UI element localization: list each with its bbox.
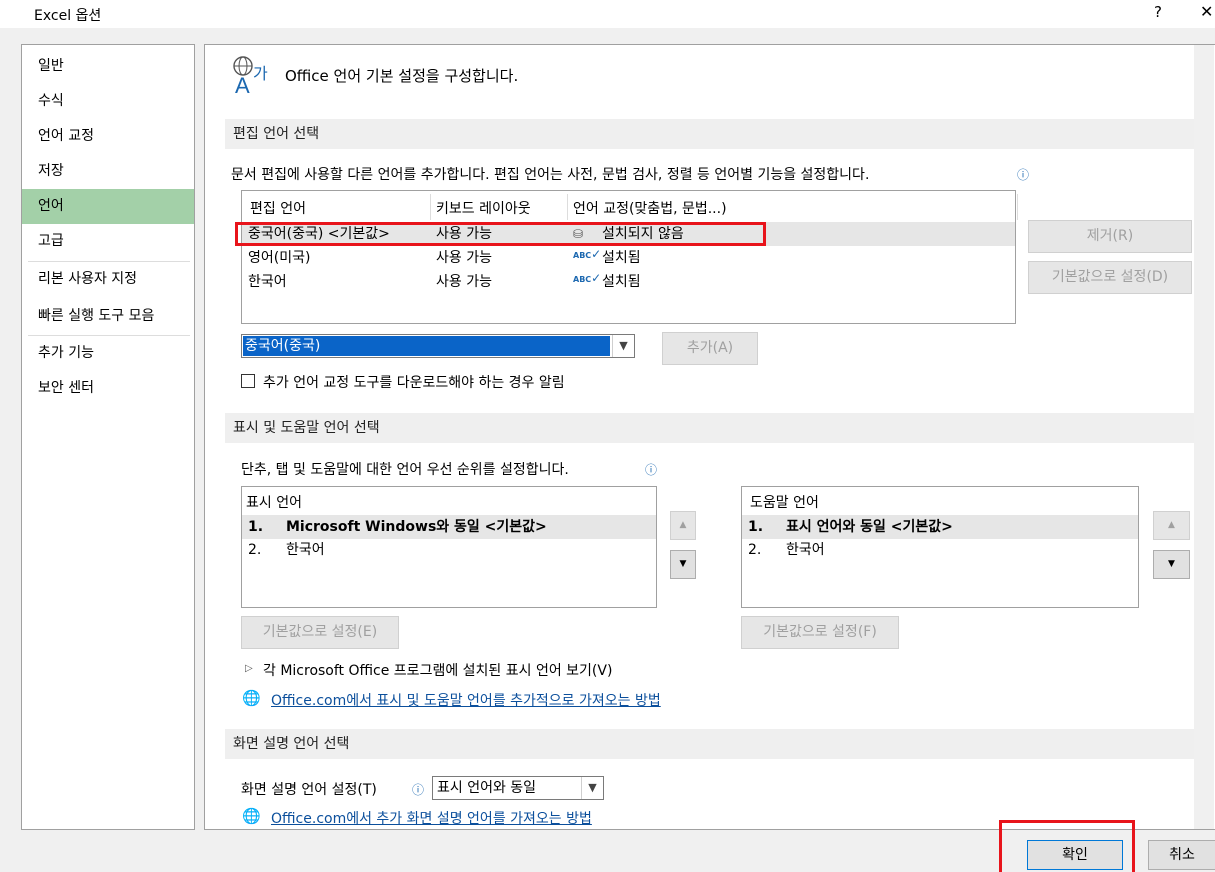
row-proofing: 설치됨 bbox=[602, 250, 641, 266]
editing-language-list[interactable]: 편집 언어 키보드 레이아웃 언어 교정(맞춤법, 문법...) 중국어(중국)… bbox=[241, 190, 1018, 324]
column-divider bbox=[430, 194, 431, 220]
info-icon[interactable]: ⓘ bbox=[1017, 166, 1029, 183]
title-bar bbox=[0, 0, 1215, 28]
help-language-header: 도움말 언어 bbox=[750, 495, 819, 511]
list-item[interactable]: 한국어 bbox=[286, 538, 325, 562]
help-move-up-button[interactable]: ▲ bbox=[1153, 511, 1190, 540]
list-item-label: Microsoft Windows와 동일 <기본값> bbox=[286, 519, 547, 535]
row-keyboard: 사용 가능 bbox=[436, 250, 492, 266]
sidebar-item-trust-center[interactable]: 보안 센터 bbox=[22, 371, 194, 406]
display-language-header: 표시 언어 bbox=[246, 495, 302, 511]
scrollbar[interactable] bbox=[1194, 45, 1214, 829]
display-description: 단추, 탭 및 도움말에 대한 언어 우선 순위를 설정합니다. bbox=[241, 462, 569, 478]
row-keyboard: 사용 가능 bbox=[436, 274, 492, 290]
get-display-language-link[interactable]: Office.com에서 표시 및 도움말 언어를 추가적으로 가져오는 방법 bbox=[271, 690, 661, 710]
help-set-default-button[interactable]: 기본값으로 설정(F) bbox=[741, 616, 899, 649]
sidebar-item-formulas[interactable]: 수식 bbox=[22, 84, 194, 119]
add-button[interactable]: 추가(A) bbox=[662, 332, 758, 365]
window-title: Excel 옵션 bbox=[34, 8, 102, 24]
sidebar-item-general[interactable]: 일반 bbox=[22, 49, 194, 84]
column-divider bbox=[567, 194, 568, 220]
list-item-number: 1. bbox=[748, 519, 764, 535]
main-panel: A 가 Office 언어 기본 설정을 구성합니다. 편집 언어 선택 문서 … bbox=[204, 44, 1215, 830]
column-header-keyboard[interactable]: 키보드 레이아웃 bbox=[436, 197, 531, 221]
add-language-value: 중국어(중국) bbox=[243, 336, 610, 356]
notify-checkbox[interactable] bbox=[241, 374, 255, 388]
notify-checkbox-label[interactable]: 추가 언어 교정 도구를 다운로드해야 하는 경우 알림 bbox=[263, 372, 565, 392]
sidebar: 일반 수식 언어 교정 저장 언어 고급 리본 사용자 지정 빠른 실행 도구 … bbox=[21, 44, 195, 830]
cancel-button[interactable]: 취소 bbox=[1148, 840, 1215, 870]
list-item-number: 2. bbox=[748, 542, 762, 558]
svg-text:A: A bbox=[235, 73, 250, 95]
sidebar-item-advanced[interactable]: 고급 bbox=[22, 224, 194, 259]
row-language: 한국어 bbox=[248, 274, 287, 290]
view-installed-toggle[interactable]: 각 Microsoft Office 프로그램에 설치된 표시 언어 보기(V) bbox=[263, 660, 612, 680]
info-icon[interactable]: ⓘ bbox=[645, 461, 657, 478]
set-default-button[interactable]: 기본값으로 설정(D) bbox=[1028, 261, 1192, 294]
display-language-list[interactable]: 표시 언어 1. Microsoft Windows와 동일 <기본값> 2. … bbox=[241, 486, 657, 608]
column-header-proofing[interactable]: 언어 교정(맞춤법, 문법...) bbox=[573, 197, 727, 221]
editing-description: 문서 편집에 사용할 다른 언어를 추가합니다. 편집 언어는 사전, 문법 검… bbox=[231, 167, 870, 183]
screentip-select-value: 표시 언어와 동일 bbox=[437, 780, 537, 796]
screentip-select[interactable]: 표시 언어와 동일 ▼ bbox=[432, 776, 604, 800]
sidebar-item-language[interactable]: 언어 bbox=[22, 189, 194, 224]
sidebar-item-add-ins[interactable]: 추가 기능 bbox=[22, 336, 194, 371]
globe-link-icon: 🌐 bbox=[242, 689, 261, 707]
close-icon[interactable]: ✕ bbox=[1200, 2, 1215, 21]
chevron-down-icon[interactable]: ▼ bbox=[581, 777, 603, 799]
list-item[interactable]: 한국어 bbox=[786, 538, 825, 562]
info-icon[interactable]: ⓘ bbox=[412, 781, 424, 798]
get-screentip-language-link[interactable]: Office.com에서 추가 화면 설명 언어를 가져오는 방법 bbox=[271, 808, 592, 828]
help-move-down-button[interactable]: ▼ bbox=[1153, 550, 1190, 579]
globe-link-icon: 🌐 bbox=[242, 807, 261, 825]
column-divider bbox=[1017, 194, 1018, 220]
list-item-number: 2. bbox=[248, 542, 262, 558]
help-language-list[interactable]: 도움말 언어 1. 표시 언어와 동일 <기본값> 2. 한국어 bbox=[741, 486, 1139, 608]
column-header-editing-language[interactable]: 편집 언어 bbox=[250, 197, 306, 221]
help-button[interactable]: ? bbox=[1148, 3, 1168, 21]
remove-button[interactable]: 제거(R) bbox=[1028, 220, 1192, 253]
sidebar-item-save[interactable]: 저장 bbox=[22, 154, 194, 189]
add-language-select[interactable]: 중국어(중국) ▼ bbox=[241, 334, 635, 358]
spellcheck-icon: ABC✓ bbox=[573, 247, 602, 261]
move-up-button[interactable]: ▲ bbox=[670, 511, 696, 540]
move-down-button[interactable]: ▼ bbox=[670, 550, 696, 579]
sidebar-item-quick-access-toolbar[interactable]: 빠른 실행 도구 모음 bbox=[22, 299, 194, 334]
list-item-label: 표시 언어와 동일 <기본값> bbox=[786, 519, 953, 535]
svg-text:가: 가 bbox=[253, 64, 268, 83]
section-editing-language: 편집 언어 선택 bbox=[225, 119, 1194, 149]
sidebar-item-customize-ribbon[interactable]: 리본 사용자 지정 bbox=[22, 262, 194, 297]
section-screentip-language: 화면 설명 언어 선택 bbox=[225, 729, 1194, 759]
chevron-down-icon[interactable]: ▼ bbox=[612, 335, 634, 357]
highlight-box bbox=[235, 222, 766, 246]
section-display-language: 표시 및 도움말 언어 선택 bbox=[225, 413, 1194, 443]
screentip-label: 화면 설명 언어 설정(T) bbox=[241, 782, 377, 798]
list-item-number: 1. bbox=[248, 519, 264, 535]
row-proofing: 설치됨 bbox=[602, 274, 641, 290]
spellcheck-icon: ABC✓ bbox=[573, 271, 602, 285]
sidebar-item-proofing[interactable]: 언어 교정 bbox=[22, 119, 194, 154]
expand-triangle-icon[interactable]: ▷ bbox=[245, 663, 253, 674]
display-set-default-button[interactable]: 기본값으로 설정(E) bbox=[241, 616, 399, 649]
highlight-box bbox=[999, 820, 1135, 872]
row-language: 영어(미국) bbox=[248, 250, 311, 266]
language-icon: A 가 bbox=[233, 56, 268, 95]
page-header: Office 언어 기본 설정을 구성합니다. bbox=[285, 67, 519, 85]
